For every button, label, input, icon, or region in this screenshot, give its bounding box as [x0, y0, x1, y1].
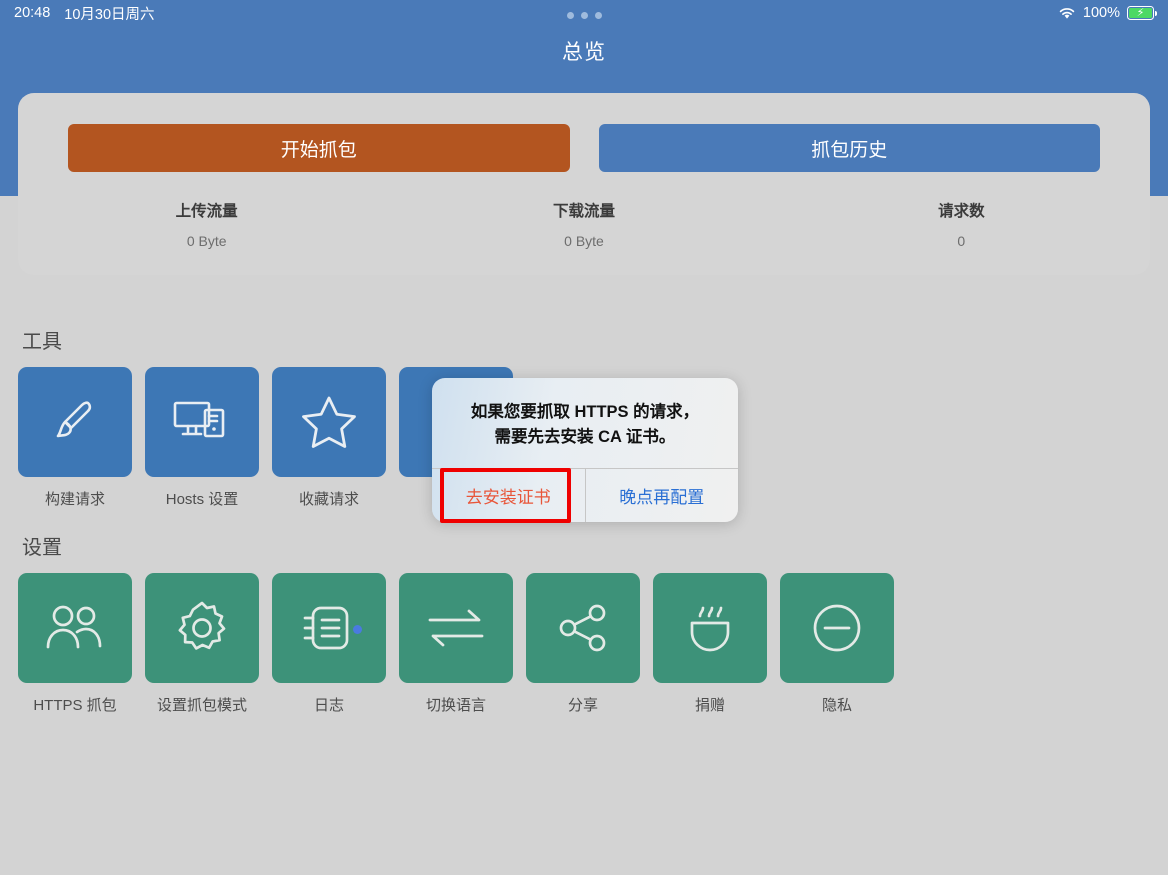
paintbrush-icon: [18, 367, 132, 477]
tool-tile-build-request[interactable]: 构建请求: [18, 367, 132, 509]
coffee-cup-icon: [653, 573, 767, 683]
settings-tile-logs[interactable]: 日志: [272, 573, 386, 715]
settings-tile-label: 分享: [567, 697, 598, 714]
stat-upload-value: 0 Byte: [186, 233, 227, 249]
settings-tile-label: 捐赠: [694, 697, 725, 714]
tool-tile-hosts-settings[interactable]: Hosts 设置: [145, 367, 259, 509]
settings-tile-label: HTTPS 抓包: [33, 697, 117, 714]
stat-download-value: 0 Byte: [564, 233, 604, 249]
capture-history-button[interactable]: 抓包历史: [598, 124, 1100, 172]
tool-tile-favorite-requests[interactable]: 收藏请求: [272, 367, 386, 509]
settings-tile-share[interactable]: 分享: [526, 573, 640, 715]
tool-tile-label: 收藏请求: [298, 491, 359, 508]
alert-message: 如果您要抓取 HTTPS 的请求， 需要先去安装 CA 证书。: [432, 378, 738, 468]
settings-tile-label: 设置抓包模式: [156, 697, 247, 714]
exchange-arrows-icon: [399, 573, 513, 683]
stat-requests-label: 请求数: [938, 203, 985, 220]
stat-requests-value: 0: [957, 233, 966, 249]
people-icon: [18, 573, 132, 683]
settings-tile-label: 日志: [313, 697, 344, 714]
settings-tile-https-capture[interactable]: HTTPS 抓包: [18, 573, 132, 715]
desktop-computer-icon: [145, 367, 259, 477]
page-title: 总览: [562, 41, 606, 64]
settings-tile-label: 隐私: [821, 697, 852, 714]
settings-tile-donate[interactable]: 捐赠: [653, 573, 767, 715]
stat-upload: 上传流量 0 Byte: [18, 199, 395, 249]
stat-download-label: 下载流量: [552, 203, 615, 220]
summary-card: 开始抓包 抓包历史 上传流量 0 Byte 下载流量 0 Byte 请求数 0: [18, 93, 1150, 275]
configure-later-button[interactable]: 晚点再配置: [584, 468, 739, 522]
star-icon: [272, 367, 386, 477]
settings-tile-row: HTTPS 抓包 设置抓包模式 日志 切换语言 分享 捐赠 隐私: [18, 573, 894, 715]
logs-badge-dot: [353, 625, 362, 634]
install-certificate-button[interactable]: 去安装证书: [432, 469, 585, 522]
minus-circle-icon: [780, 573, 894, 683]
settings-tile-switch-language[interactable]: 切换语言: [399, 573, 513, 715]
tool-tile-label: Hosts 设置: [165, 491, 239, 508]
document-lines-icon: [272, 573, 386, 683]
gear-icon: [145, 573, 259, 683]
share-nodes-icon: [526, 573, 640, 683]
start-capture-button[interactable]: 开始抓包: [68, 124, 570, 172]
alert-message-line1: 如果您要抓取 HTTPS 的请求，: [470, 403, 700, 421]
page-dots-icon[interactable]: [0, 12, 1168, 19]
settings-section-title: 设置: [22, 537, 62, 559]
summary-stats-row: 上传流量 0 Byte 下载流量 0 Byte 请求数 0: [18, 199, 1150, 249]
ca-certificate-alert: 如果您要抓取 HTTPS 的请求， 需要先去安装 CA 证书。 去安装证书 晚点…: [432, 378, 738, 522]
app-root: 20:48 10月30日周六 100% ⚡ 总览 开始抓包 抓包历史 上传流量 …: [0, 0, 1168, 875]
stat-upload-label: 上传流量: [175, 203, 238, 220]
stat-download: 下载流量 0 Byte: [395, 199, 772, 249]
alert-button-row: 去安装证书 晚点再配置: [432, 467, 739, 522]
alert-message-line2: 需要先去安装 CA 证书。: [494, 427, 676, 446]
stat-requests: 请求数 0: [773, 199, 1150, 249]
tool-tile-label: 构建请求: [44, 491, 105, 508]
settings-tile-label: 切换语言: [425, 697, 486, 714]
tools-section-title: 工具: [22, 331, 62, 353]
summary-card-buttons: 开始抓包 抓包历史: [68, 124, 1100, 172]
settings-tile-privacy[interactable]: 隐私: [780, 573, 894, 715]
settings-tile-capture-mode[interactable]: 设置抓包模式: [145, 573, 259, 715]
